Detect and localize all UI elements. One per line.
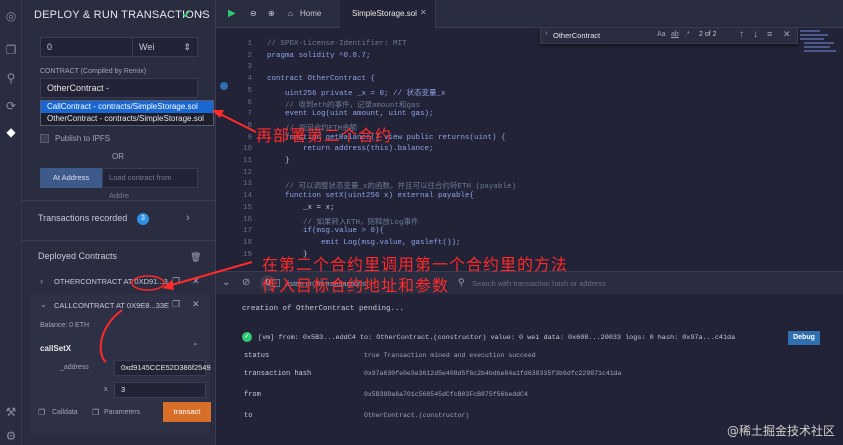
- annotation-layer: [99, 110, 257, 363]
- annotation-text-1: 再部署第二个合约: [256, 126, 393, 145]
- annotation-arrow-2: [167, 261, 253, 287]
- annotation-arrow-1: [215, 111, 257, 133]
- annotation-circle: [131, 275, 165, 291]
- watermark: @稀土掘金技术社区: [726, 424, 835, 438]
- annotation-text-3: 传入目标合约地址和参数: [262, 276, 450, 295]
- annotation-arrow-3: [99, 309, 123, 363]
